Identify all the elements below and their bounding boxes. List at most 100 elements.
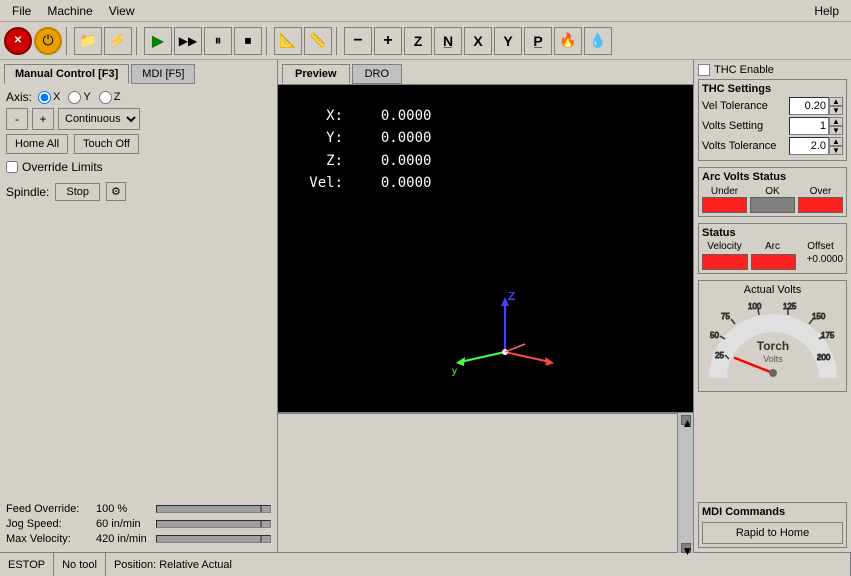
volts-tolerance-row: Volts Tolerance ▲ ▼: [702, 137, 843, 155]
tab-preview[interactable]: Preview: [282, 64, 350, 84]
scroll-down[interactable]: ▼: [681, 543, 691, 553]
axis-y-label: Y: [83, 91, 90, 103]
tab-mdi[interactable]: MDI [F5]: [131, 64, 195, 84]
volts-setting-input[interactable]: [789, 117, 829, 135]
arc-lights-row: [702, 197, 843, 213]
menu-machine[interactable]: Machine: [39, 2, 100, 20]
vscrollbar[interactable]: ▲ ▼: [677, 413, 693, 553]
stop-program-button[interactable]: ⏹: [234, 27, 262, 55]
menu-file[interactable]: File: [4, 2, 39, 20]
arc-under-light: [702, 197, 747, 213]
volts-setting-up[interactable]: ▲: [829, 117, 843, 126]
arc-over-light: [798, 197, 843, 213]
svg-text:25: 25: [715, 351, 724, 360]
axis-y-radio[interactable]: [68, 91, 81, 104]
main-content: Manual Control [F3] MDI [F5] Axis: X Y: [0, 60, 851, 552]
spindle-icon-button[interactable]: ⚙: [106, 182, 126, 201]
y-button[interactable]: Y: [494, 27, 522, 55]
extra-button[interactable]: 💧: [584, 27, 612, 55]
vel-tolerance-up[interactable]: ▲: [829, 97, 843, 106]
step-button[interactable]: ⏸: [204, 27, 232, 55]
x-coord-label: X:: [308, 105, 343, 127]
power-button[interactable]: ⏻: [34, 27, 62, 55]
volts-tolerance-input[interactable]: [789, 137, 829, 155]
left-panel: Manual Control [F3] MDI [F5] Axis: X Y: [0, 60, 278, 552]
thc-enable-checkbox[interactable]: [698, 64, 710, 76]
jog-plus-button[interactable]: +: [32, 108, 54, 130]
volts-tolerance-up[interactable]: ▲: [829, 137, 843, 146]
scroll-area[interactable]: [278, 413, 677, 552]
axis-x-radio[interactable]: [38, 91, 51, 104]
measure-button[interactable]: 📏: [304, 27, 332, 55]
vel-tolerance-input[interactable]: [789, 97, 829, 115]
jog-minus-button[interactable]: -: [6, 108, 28, 130]
axis-x-option[interactable]: X: [38, 91, 60, 104]
n-button[interactable]: N̲: [434, 27, 462, 55]
touch-off-button[interactable]: Touch Off: [74, 134, 139, 154]
minus-button[interactable]: −: [344, 27, 372, 55]
override-limits-checkbox[interactable]: [6, 161, 18, 173]
feed-override-slider[interactable]: [156, 505, 271, 513]
y-coord-row: Y: 0.0000: [308, 127, 431, 149]
svg-text:75: 75: [721, 312, 730, 321]
volts-setting-down[interactable]: ▼: [829, 126, 843, 135]
override-limits-label: Override Limits: [22, 160, 103, 174]
toolbar-sep-1: [66, 27, 70, 55]
jog-mode-select[interactable]: Continuous Step: [58, 108, 140, 130]
max-velocity-slider[interactable]: [156, 535, 271, 543]
toolbar-sep-4: [336, 27, 340, 55]
status-title: Status: [702, 227, 843, 239]
vel-tolerance-down[interactable]: ▼: [829, 106, 843, 115]
axis-z-option[interactable]: Z: [99, 91, 121, 104]
volts-tolerance-down[interactable]: ▼: [829, 146, 843, 155]
plus-button[interactable]: +: [374, 27, 402, 55]
open-button[interactable]: 📁: [74, 27, 102, 55]
vel-tolerance-label: Vel Tolerance: [702, 100, 789, 112]
svg-text:125: 125: [783, 302, 797, 311]
z-coord-label: Z:: [308, 150, 343, 172]
volts-setting-label: Volts Setting: [702, 120, 789, 132]
volts-tolerance-label: Volts Tolerance: [702, 140, 789, 152]
manual-control: Axis: X Y Z: [0, 84, 277, 211]
vel-coord-value: 0.0000: [361, 172, 431, 194]
gauge-section: Actual Volts 25 50: [698, 280, 847, 392]
axis-y-option[interactable]: Y: [68, 91, 90, 104]
rapid-to-home-button[interactable]: Rapid to Home: [702, 522, 843, 544]
axis-z-radio[interactable]: [99, 91, 112, 104]
z-button[interactable]: Z: [404, 27, 432, 55]
tab-dro[interactable]: DRO: [352, 64, 402, 84]
svg-text:y: y: [452, 366, 457, 377]
clear-button[interactable]: 🔥: [554, 27, 582, 55]
run-from-button[interactable]: ▶▶: [174, 27, 202, 55]
override-row: Override Limits: [6, 160, 271, 174]
estop-button[interactable]: ✕: [4, 27, 32, 55]
svg-text:150: 150: [812, 312, 826, 321]
bottom-status: Feed Override: 100 % Jog Speed: 60 in/mi…: [0, 499, 277, 552]
reload-button[interactable]: ⚡: [104, 27, 132, 55]
volts-setting-spinner: ▲ ▼: [829, 117, 843, 135]
run-button[interactable]: ▶: [144, 27, 172, 55]
home-all-button[interactable]: Home All: [6, 134, 68, 154]
feed-override-row: Feed Override: 100 %: [6, 503, 271, 515]
arc-over-label: Over: [798, 186, 843, 197]
thc-settings-title: THC Settings: [702, 83, 843, 95]
thc-header: THC Enable: [698, 64, 847, 76]
x-coord-value: 0.0000: [361, 105, 431, 127]
spindle-row: Spindle: Stop ⚙: [6, 182, 271, 201]
tool-button[interactable]: 📐: [274, 27, 302, 55]
max-velocity-value: 420 in/min: [96, 533, 156, 545]
menu-view[interactable]: View: [101, 2, 143, 20]
svg-text:Z: Z: [508, 292, 515, 303]
spindle-stop-button[interactable]: Stop: [55, 183, 100, 201]
arc-volts-status-box: Arc Volts Status Under OK Over: [698, 167, 847, 217]
arc-under-label: Under: [702, 186, 747, 197]
tab-manual[interactable]: Manual Control [F3]: [4, 64, 129, 84]
jog-speed-slider[interactable]: [156, 520, 271, 528]
feed-override-label: Feed Override:: [6, 503, 96, 515]
p-button[interactable]: P̲: [524, 27, 552, 55]
max-velocity-label: Max Velocity:: [6, 533, 96, 545]
menu-help[interactable]: Help: [806, 2, 847, 20]
svg-text:Volts: Volts: [763, 354, 783, 364]
scroll-up[interactable]: ▲: [681, 415, 691, 425]
x-button[interactable]: X: [464, 27, 492, 55]
